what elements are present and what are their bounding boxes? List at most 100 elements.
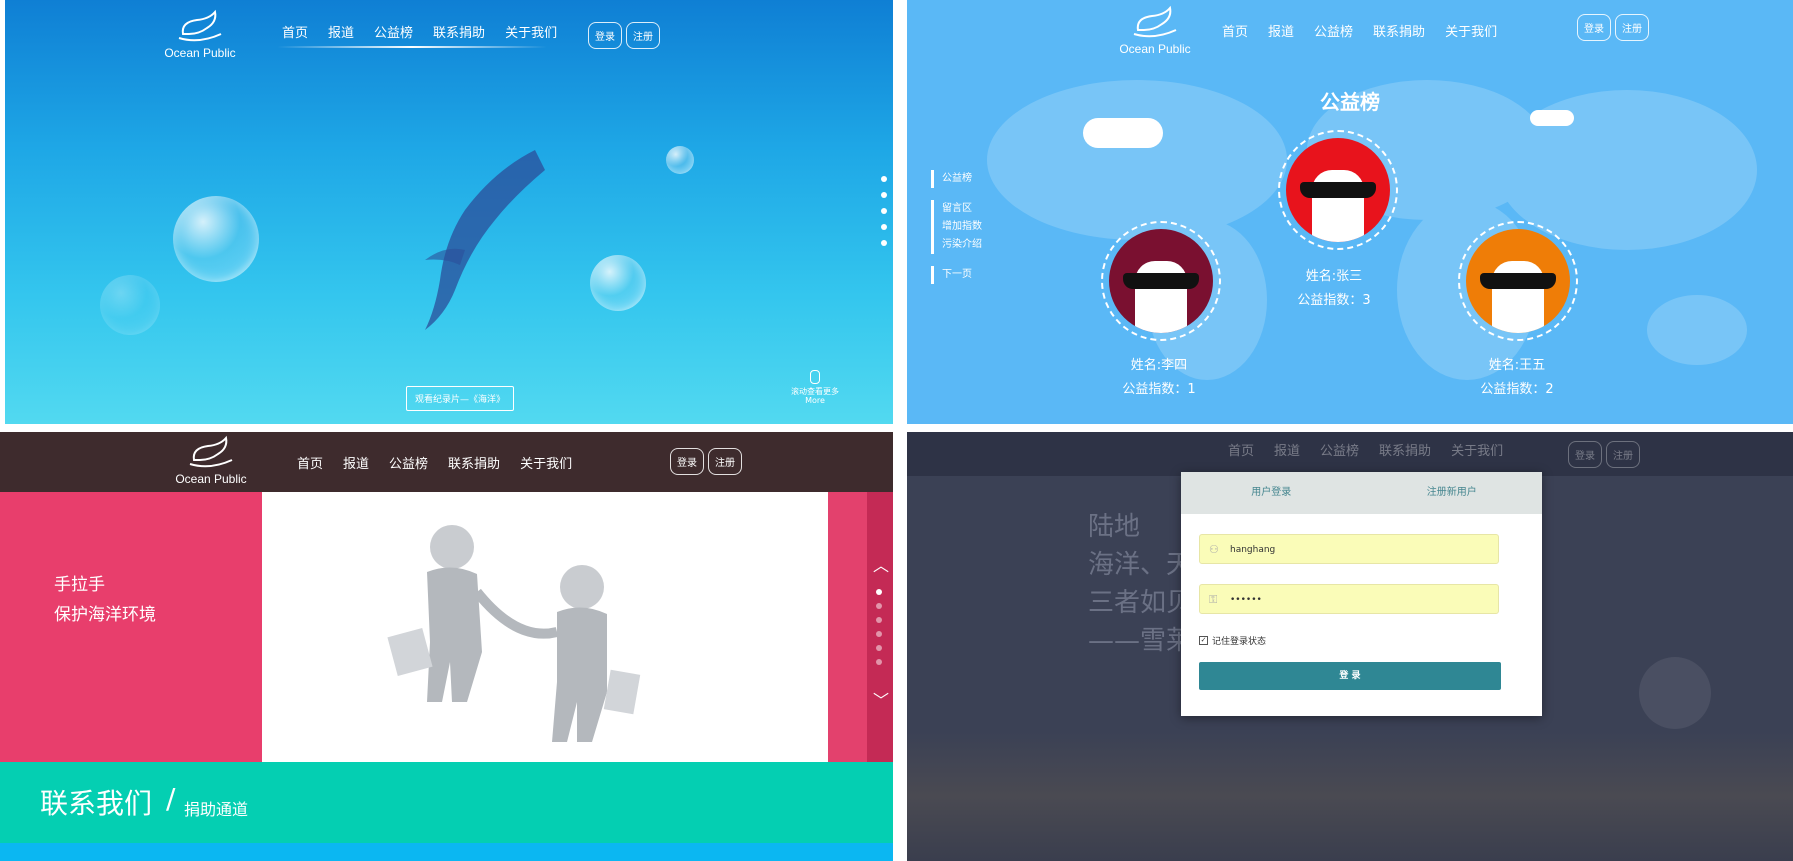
user-icon: ⚇ bbox=[1209, 543, 1219, 556]
user-name: 姓名:张三 bbox=[1305, 269, 1363, 284]
login-button[interactable]: 登录 bbox=[1577, 14, 1611, 41]
sidebar-nav: 公益榜 留言区 增加指数 污染介绍 下一页 bbox=[931, 170, 982, 296]
nav-item-about[interactable]: 关于我们 bbox=[1445, 21, 1497, 40]
section-title: 联系我们 bbox=[40, 787, 153, 820]
password-field[interactable]: ⚿ •••••• bbox=[1199, 584, 1499, 614]
sidebar-item-next-page[interactable]: 下一页 bbox=[942, 266, 982, 284]
remember-label: 记住登录状态 bbox=[1212, 637, 1267, 647]
pager-dot[interactable] bbox=[876, 617, 882, 623]
contact-section: 联系我们 / 捐助通道 bbox=[0, 762, 893, 843]
watch-documentary-button[interactable]: 观看纪录片—《海洋》 bbox=[406, 386, 515, 411]
hero-panel: Ocean Public 首页 报道 公益榜 联系捐助 关于我们 登录 注册 观… bbox=[5, 0, 893, 424]
avatar-third[interactable] bbox=[1458, 221, 1578, 341]
pager-dot[interactable] bbox=[881, 240, 887, 246]
scroll-hint-text: 滚动查看更多 bbox=[791, 387, 839, 396]
avatar-first[interactable] bbox=[1278, 130, 1398, 250]
logo[interactable]: Ocean Public bbox=[155, 8, 245, 68]
nav-item-home[interactable]: 首页 bbox=[1222, 21, 1248, 40]
user-info-second: 姓名:李四 公益指数：1 bbox=[1079, 354, 1239, 402]
logo[interactable]: Ocean Public bbox=[166, 434, 256, 494]
username-field[interactable]: ⚇ hanghang bbox=[1199, 534, 1499, 564]
nav-item-about[interactable]: 关于我们 bbox=[520, 453, 572, 472]
pager-dot[interactable] bbox=[876, 645, 882, 651]
login-tabs: 用户登录 注册新用户 bbox=[1181, 472, 1542, 514]
poem-line: 三者如贝 bbox=[1088, 588, 1193, 618]
register-button[interactable]: 注册 bbox=[708, 448, 742, 475]
register-button[interactable]: 注册 bbox=[1606, 441, 1640, 468]
music-button[interactable] bbox=[1639, 657, 1711, 729]
bubble bbox=[666, 146, 694, 174]
whale-logo-icon bbox=[1133, 5, 1177, 38]
register-button[interactable]: 注册 bbox=[626, 22, 660, 49]
section-subtitle: 捐助通道 bbox=[184, 800, 249, 819]
nav-item-news[interactable]: 报道 bbox=[328, 22, 354, 41]
nav-item-ranking[interactable]: 公益榜 bbox=[1314, 21, 1353, 40]
login-button[interactable]: 登录 bbox=[670, 448, 704, 475]
main-nav: 首页 报道 公益榜 联系捐助 关于我们 bbox=[1228, 440, 1503, 459]
user-score: 公益指数：2 bbox=[1480, 382, 1554, 397]
nav-item-ranking[interactable]: 公益榜 bbox=[389, 453, 428, 472]
password-value: •••••• bbox=[1230, 595, 1262, 605]
brand-name: Ocean Public bbox=[1119, 42, 1191, 56]
auth-buttons: 登录 注册 bbox=[1577, 14, 1649, 41]
nav-item-ranking[interactable]: 公益榜 bbox=[1320, 440, 1359, 459]
tab-register[interactable]: 注册新用户 bbox=[1362, 472, 1543, 514]
main-nav: 首页 报道 公益榜 联系捐助 关于我们 bbox=[297, 453, 572, 472]
nav-item-ranking[interactable]: 公益榜 bbox=[374, 22, 413, 41]
key-icon: ⚿ bbox=[1209, 593, 1218, 606]
user-info-first: 姓名:张三 公益指数：3 bbox=[1254, 265, 1414, 313]
sidebar-item-messages[interactable]: 留言区 bbox=[942, 200, 982, 218]
sidebar-item-ranking[interactable]: 公益榜 bbox=[942, 170, 982, 188]
pager-dot[interactable] bbox=[876, 589, 882, 595]
whale-logo-icon bbox=[178, 9, 222, 42]
nav-item-home[interactable]: 首页 bbox=[297, 453, 323, 472]
nav-item-about[interactable]: 关于我们 bbox=[1451, 440, 1503, 459]
poem-line: ——雪莱 bbox=[1088, 626, 1193, 656]
remember-checkbox[interactable]: ✓ bbox=[1199, 636, 1208, 645]
scroll-hint-more: More bbox=[805, 396, 825, 405]
tab-login[interactable]: 用户登录 bbox=[1181, 472, 1362, 514]
nav-item-donate[interactable]: 联系捐助 bbox=[1373, 21, 1425, 40]
user-name: 姓名:王五 bbox=[1488, 358, 1546, 373]
login-dialog: 用户登录 注册新用户 ⚇ hanghang ⚿ •••••• ✓ 记住登录状态 … bbox=[1181, 472, 1542, 716]
scroll-hint[interactable]: 滚动查看更多 More bbox=[785, 370, 845, 405]
whale-logo-icon bbox=[189, 435, 233, 468]
nav-item-home[interactable]: 首页 bbox=[282, 22, 308, 41]
mouse-icon bbox=[810, 370, 820, 384]
remember-row: ✓ 记住登录状态 bbox=[1199, 634, 1266, 647]
pager-dot[interactable] bbox=[876, 631, 882, 637]
submit-login-button[interactable]: 登 录 bbox=[1199, 662, 1501, 690]
sidebar-item-add-score[interactable]: 增加指数 bbox=[942, 218, 982, 236]
poem-line: 海洋、天 bbox=[1088, 550, 1193, 580]
nav-item-news[interactable]: 报道 bbox=[1274, 440, 1300, 459]
register-button[interactable]: 注册 bbox=[1615, 14, 1649, 41]
page-title: 公益榜 bbox=[1320, 90, 1380, 114]
nav-item-home[interactable]: 首页 bbox=[1228, 440, 1254, 459]
chevron-up-icon[interactable]: ︿ bbox=[873, 552, 889, 576]
nav-item-news[interactable]: 报道 bbox=[343, 453, 369, 472]
pager-dot[interactable] bbox=[881, 224, 887, 230]
user-score: 公益指数：3 bbox=[1297, 293, 1371, 308]
pager-dot[interactable] bbox=[876, 603, 882, 609]
header-bar: Ocean Public 首页 报道 公益榜 联系捐助 关于我们 登录 注册 bbox=[0, 432, 893, 492]
main-nav: 首页 报道 公益榜 联系捐助 关于我们 bbox=[282, 22, 557, 41]
nav-item-donate[interactable]: 联系捐助 bbox=[433, 22, 485, 41]
sidebar-item-pollution[interactable]: 污染介绍 bbox=[942, 236, 982, 254]
login-button[interactable]: 登录 bbox=[588, 22, 622, 49]
pager-dot[interactable] bbox=[876, 659, 882, 665]
nav-item-about[interactable]: 关于我们 bbox=[505, 22, 557, 41]
bubble bbox=[100, 275, 160, 335]
logo[interactable]: Ocean Public bbox=[1110, 4, 1200, 64]
chevron-down-icon[interactable]: ﹀ bbox=[873, 687, 889, 711]
pager-dot[interactable] bbox=[881, 192, 887, 198]
pager-dot[interactable] bbox=[881, 176, 887, 182]
avatar-second[interactable] bbox=[1101, 221, 1221, 341]
nav-item-news[interactable]: 报道 bbox=[1268, 21, 1294, 40]
nav-item-donate[interactable]: 联系捐助 bbox=[448, 453, 500, 472]
dolphin-image bbox=[425, 150, 545, 330]
nav-item-donate[interactable]: 联系捐助 bbox=[1379, 440, 1431, 459]
pager-dot[interactable] bbox=[881, 208, 887, 214]
slogan: 手拉手 保护海洋环境 bbox=[54, 570, 156, 630]
slogan-line: 手拉手 bbox=[54, 575, 105, 595]
login-button[interactable]: 登录 bbox=[1568, 441, 1602, 468]
